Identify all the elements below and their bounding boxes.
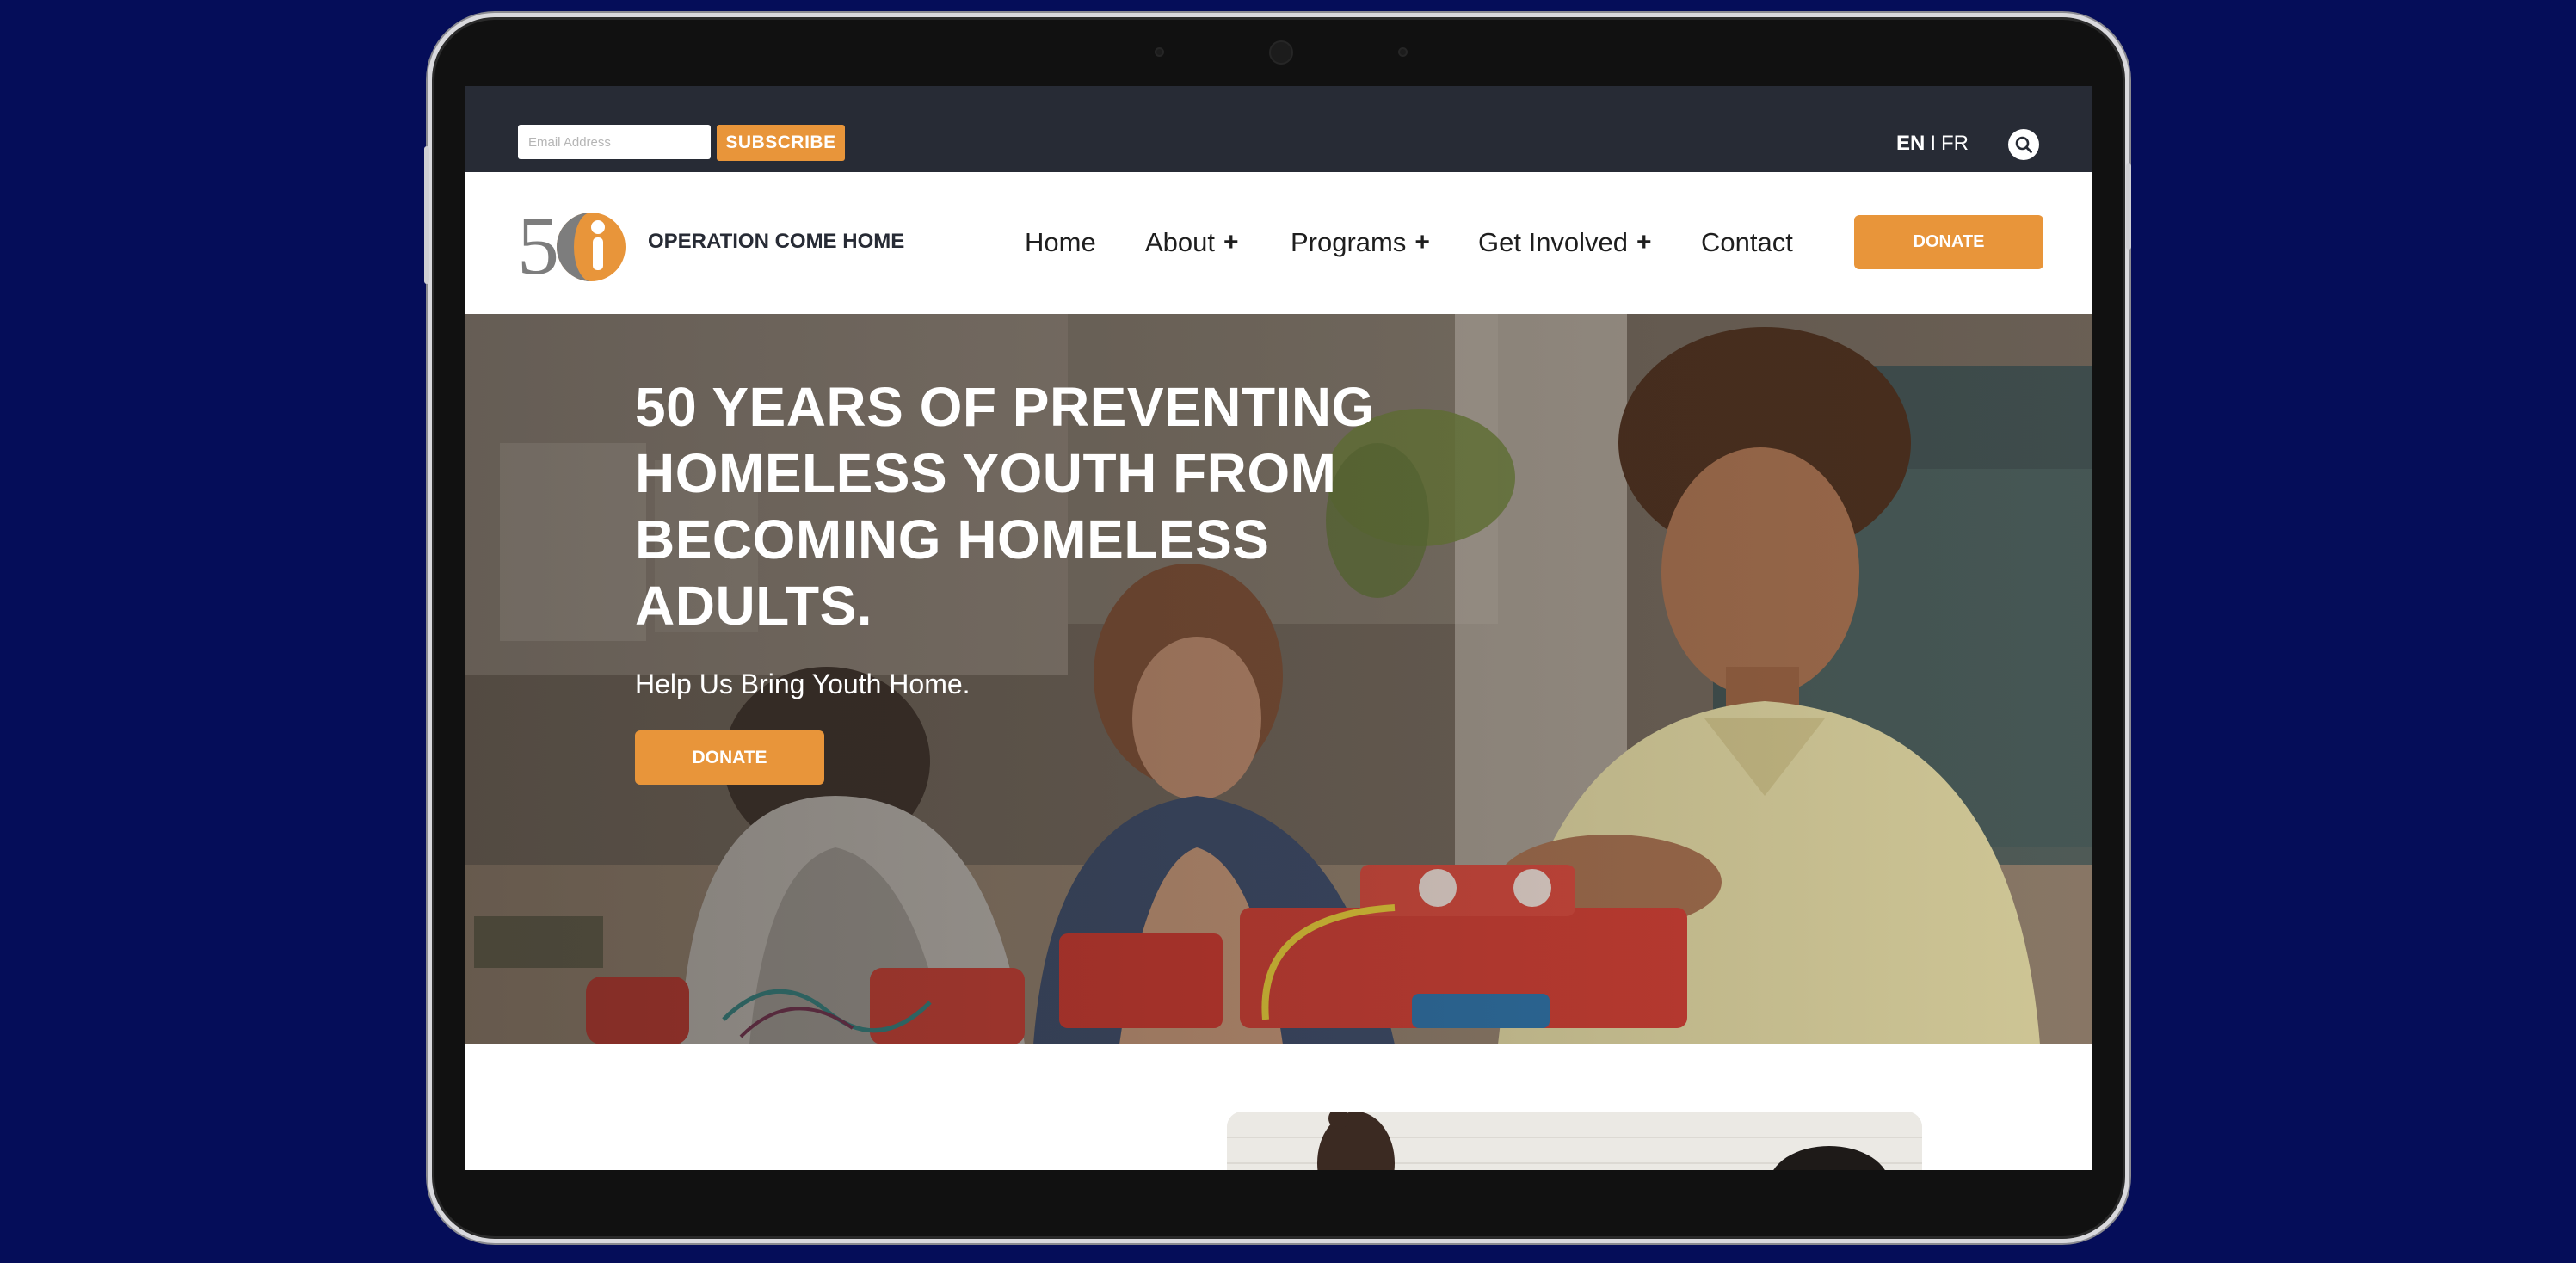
hero-section: 50 YEARS OF PREVENTING HOMELESS YOUTH FR… <box>465 314 2092 1044</box>
nav-about-label: About <box>1145 227 1216 257</box>
hero-title: 50 YEARS OF PREVENTING HOMELESS YOUTH FR… <box>635 376 1375 637</box>
nav-contact-label: Contact <box>1701 227 1793 257</box>
email-address-input[interactable] <box>518 125 711 159</box>
nav-programs-label: Programs <box>1291 227 1407 257</box>
language-switcher: EN I FR <box>1896 129 1969 158</box>
hero-subtitle: Help Us Bring Youth Home. <box>635 668 971 699</box>
main-navbar: 5 OPERATION COME HOME Home About + Progr… <box>465 172 2092 314</box>
nav-donate-button[interactable]: DONATE <box>1854 215 2043 269</box>
brand-name[interactable]: OPERATION COME HOME <box>648 230 904 254</box>
nav-home[interactable]: Home <box>1025 227 1096 258</box>
50-years-logo[interactable]: 5 <box>517 198 629 284</box>
svg-text:5: 5 <box>517 200 559 284</box>
nav-about[interactable]: About + <box>1145 227 1239 258</box>
website-screen: SUBSCRIBE EN I FR 5 OPERATION COME HOME … <box>465 86 2092 1170</box>
sensor-dot-left <box>1155 47 1164 57</box>
language-fr-link[interactable]: FR <box>1941 132 1969 156</box>
search-button[interactable] <box>2008 129 2039 160</box>
subscribe-button[interactable]: SUBSCRIBE <box>717 125 845 161</box>
plus-icon: + <box>1636 228 1652 256</box>
content-section <box>465 1044 2092 1170</box>
top-bar: SUBSCRIBE EN I FR <box>465 86 2092 172</box>
tablet-side-button-right <box>2126 163 2131 250</box>
sensor-dot-right <box>1398 47 1408 57</box>
language-separator: I <box>1930 132 1937 155</box>
front-camera <box>1269 40 1293 65</box>
nav-get-involved-label: Get Involved <box>1478 227 1629 257</box>
nav-home-label: Home <box>1025 227 1096 257</box>
language-en-link[interactable]: EN <box>1896 132 1925 156</box>
hero-donate-button[interactable]: DONATE <box>635 730 824 785</box>
search-icon <box>2015 136 2032 153</box>
content-photo <box>1227 1112 1922 1170</box>
tablet-side-button-left <box>424 146 429 284</box>
plus-icon: + <box>1414 228 1430 256</box>
plus-icon: + <box>1223 228 1239 256</box>
nav-contact[interactable]: Contact <box>1701 227 1793 258</box>
nav-get-involved[interactable]: Get Involved + <box>1478 227 1652 258</box>
nav-programs[interactable]: Programs + <box>1291 227 1430 258</box>
